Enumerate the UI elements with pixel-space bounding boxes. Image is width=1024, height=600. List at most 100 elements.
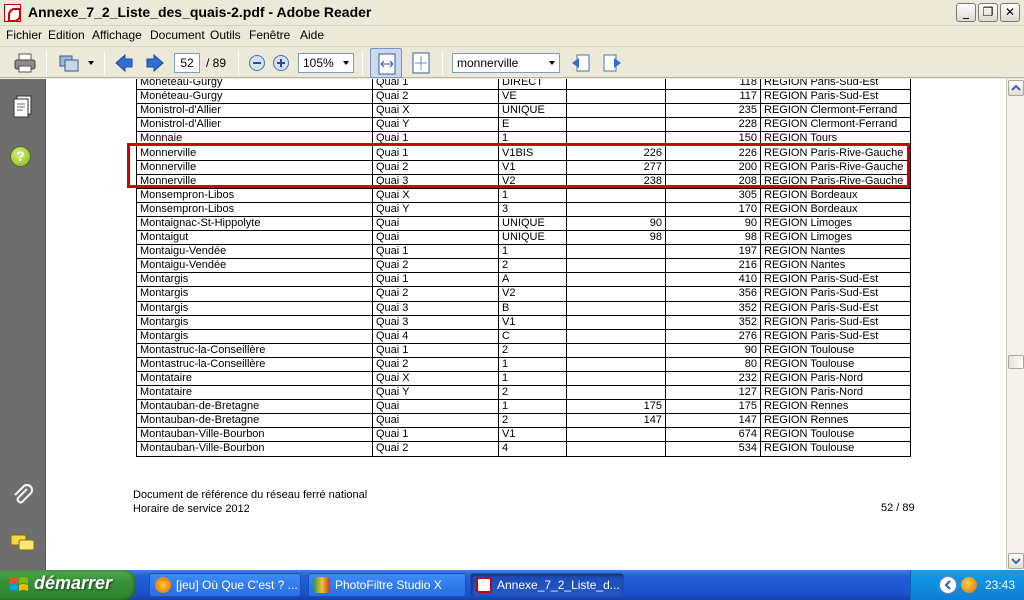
- document-view[interactable]: Monéteau-Gurgy Quai 1 DIRECT 118 REGION Pari…: [46, 79, 1006, 570]
- previous-page-icon[interactable]: [113, 52, 135, 74]
- table-cell: [566, 385, 666, 401]
- close-button[interactable]: ✕: [1000, 3, 1020, 22]
- table-cell: 90: [665, 215, 761, 232]
- table-cell: REGION Paris-Sud-Est: [760, 89, 911, 105]
- menu-edition[interactable]: Edition: [48, 28, 85, 42]
- vertical-scrollbar[interactable]: [1006, 79, 1024, 570]
- table-cell: Montastruc-la-Conseillère: [136, 342, 373, 358]
- table-cell: [566, 103, 666, 119]
- firefox-icon: [155, 577, 171, 593]
- table-cell: Quai X: [372, 370, 499, 387]
- table-cell: Montauban-de-Bretagne: [136, 399, 373, 415]
- table-cell: [566, 342, 666, 358]
- zoom-out-icon[interactable]: [246, 52, 268, 74]
- table-cell: Quai: [372, 399, 499, 415]
- table-row: Montargis Quai 3 B 352 REGION Paris-Sud-Est: [136, 300, 911, 316]
- table-cell: Montauban-de-Bretagne: [136, 413, 373, 429]
- table-row: Montaigu-Vendée Quai 2 2 216 REGION Nantes: [136, 258, 911, 274]
- table-cell: 147: [665, 413, 761, 429]
- scroll-down-button[interactable]: [1008, 553, 1024, 569]
- restore-button[interactable]: ❐: [978, 3, 998, 22]
- table-cell: Montauban-Ville-Bourbon: [136, 441, 373, 457]
- table-cell: [566, 356, 666, 372]
- table-cell: Monsempron-Libos: [136, 201, 373, 217]
- table-cell: [566, 187, 666, 203]
- table-cell: 228: [665, 117, 761, 133]
- table-cell: Quai 2: [372, 258, 499, 274]
- next-page-icon[interactable]: [144, 52, 166, 74]
- footer-line-1: Document de référence du réseau ferré na…: [133, 489, 368, 501]
- table-cell: Montaignac-St-Hippolyte: [136, 215, 373, 232]
- table-cell: 147: [566, 413, 666, 429]
- table-cell: REGION Paris-Sud-Est: [760, 314, 911, 330]
- table-row: Montaigut Quai UNIQUE 98 98 REGION Limoges: [136, 230, 911, 246]
- table-cell: 170: [665, 201, 761, 217]
- toolbar-separator: [46, 51, 47, 75]
- menu-fenetre[interactable]: Fenêtre: [249, 28, 290, 42]
- page-total: / 89: [206, 56, 227, 70]
- table-cell: Quai 4: [372, 328, 499, 344]
- print-icon[interactable]: [14, 52, 36, 74]
- start-label: démarrer: [34, 573, 113, 593]
- table-cell: 1: [498, 399, 567, 415]
- menu-fichier[interactable]: Fichier: [6, 28, 42, 42]
- clock: 23:43: [985, 578, 1016, 592]
- table-row: Montastruc-la-Conseillère Quai 1 2 90 REGION…: [136, 342, 911, 358]
- tray-app-icon[interactable]: [961, 577, 977, 593]
- fit-page-icon[interactable]: [410, 52, 432, 74]
- menu-affichage[interactable]: Affichage: [92, 28, 142, 42]
- table-cell: REGION Paris-Sud-Est: [760, 79, 911, 91]
- table-cell: Quai Y: [372, 385, 499, 401]
- minimize-button[interactable]: _: [956, 3, 976, 22]
- table-cell: 674: [665, 427, 761, 443]
- search-input[interactable]: monnerville: [452, 53, 560, 73]
- taskbar-item-adobe-reader[interactable]: Annexe_7_2_Liste_d...: [470, 573, 624, 597]
- tray-arrow-icon[interactable]: [939, 576, 957, 594]
- zoom-select[interactable]: 105%: [298, 53, 354, 73]
- taskbar-item-firefox[interactable]: [jeu] Où Que C'est ? ...: [149, 573, 301, 597]
- scroll-up-button[interactable]: [1008, 80, 1024, 96]
- table-cell: V1: [498, 314, 567, 330]
- platform-table-body: Monéteau-Gurgy Quai 1 DIRECT 118 REGION Pari…: [136, 79, 911, 457]
- page-number-input[interactable]: 52: [174, 53, 200, 73]
- table-cell: [566, 370, 666, 387]
- pages-panel-icon[interactable]: [12, 95, 34, 124]
- table-cell: 1: [498, 356, 567, 372]
- scrollbar-thumb[interactable]: [1008, 355, 1024, 369]
- table-cell: REGION Paris-Sud-Est: [760, 328, 911, 344]
- comments-icon[interactable]: [10, 533, 36, 558]
- table-row: Monéteau-Gurgy Quai 2 VE 117 REGION Paris-Su…: [136, 89, 911, 105]
- pdf-page: Monéteau-Gurgy Quai 1 DIRECT 118 REGION Pari…: [46, 79, 1006, 570]
- table-row: Montauban-Ville-Bourbon Quai 1 V1 674 REGION…: [136, 427, 911, 443]
- table-row: Montauban-Ville-Bourbon Quai 2 4 534 REGION …: [136, 441, 911, 457]
- table-cell: [566, 258, 666, 274]
- help-icon[interactable]: ?: [10, 146, 31, 167]
- footer-page-number: 52 / 89: [881, 502, 915, 514]
- table-cell: 197: [665, 244, 761, 260]
- menu-aide[interactable]: Aide: [300, 28, 324, 42]
- table-cell: REGION Toulouse: [760, 342, 911, 358]
- table-cell: 1: [498, 187, 567, 203]
- table-cell: [566, 314, 666, 330]
- navigation-sidebar: ?: [0, 79, 46, 570]
- fit-width-button[interactable]: [370, 48, 402, 78]
- find-next-icon[interactable]: [601, 52, 623, 74]
- collaborate-icon[interactable]: [58, 52, 80, 74]
- chevron-down-icon[interactable]: [88, 61, 94, 65]
- menu-document[interactable]: Document: [150, 28, 205, 42]
- table-cell: Quai 2: [372, 89, 499, 105]
- footer-line-2: Horaire de service 2012: [133, 503, 250, 515]
- table-cell: [566, 328, 666, 344]
- table-cell: Quai: [372, 215, 499, 232]
- taskbar-item-photofiltre[interactable]: PhotoFiltre Studio X: [308, 573, 466, 597]
- title-bar: Annexe_7_2_Liste_des_quais-2.pdf - Adobe…: [0, 0, 1024, 26]
- table-cell: Montaigu-Vendée: [136, 258, 373, 274]
- start-button[interactable]: démarrer: [0, 570, 136, 600]
- table-cell: Quai 3: [372, 314, 499, 330]
- zoom-in-icon[interactable]: [270, 52, 292, 74]
- menu-outils[interactable]: Outils: [210, 28, 241, 42]
- attachments-icon[interactable]: [11, 483, 35, 512]
- find-previous-icon[interactable]: [570, 52, 592, 74]
- table-cell: V2: [498, 286, 567, 302]
- highlight-box: [127, 143, 910, 188]
